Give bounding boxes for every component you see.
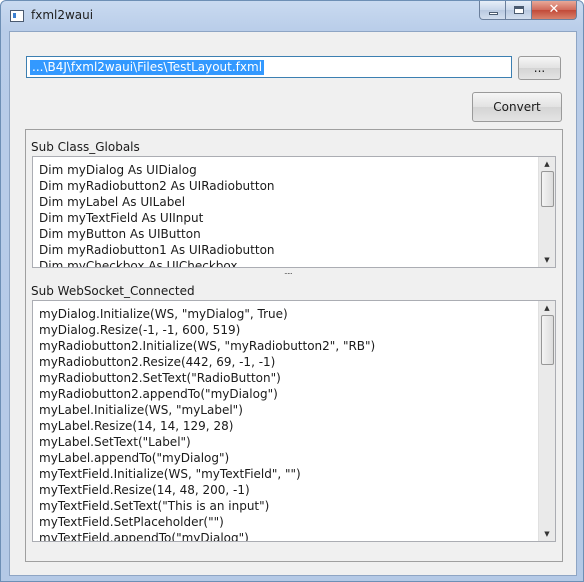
globals-section-label: Sub Class_Globals <box>31 140 140 154</box>
connected-scroll-thumb[interactable] <box>541 315 554 365</box>
connected-section-label: Sub WebSocket_Connected <box>31 284 195 298</box>
caption-buttons: ✕ <box>479 1 577 21</box>
scroll-up-arrow-icon[interactable]: ▲ <box>539 302 555 314</box>
app-window: fxml2waui ✕ ...\B4J\fxml2waui\Files\Test… <box>0 0 584 582</box>
close-button[interactable]: ✕ <box>532 1 577 20</box>
code-line: myLabel.SetText("Label") <box>39 435 191 449</box>
connected-code-lines: myDialog.Initialize(WS, "myDialog", True… <box>39 306 537 542</box>
code-line: myTextField.SetPlaceholder("") <box>39 515 224 529</box>
code-line: myTextField.Initialize(WS, "myTextField"… <box>39 467 301 481</box>
connected-scrollbar[interactable]: ▲ ▼ <box>538 301 555 541</box>
code-line: Dim myLabel As UILabel <box>39 195 186 209</box>
code-line: myRadiobutton2.Resize(442, 69, -1, -1) <box>39 355 276 369</box>
close-icon: ✕ <box>548 2 560 17</box>
code-line: myTextField.appendTo("myDialog") <box>39 531 249 542</box>
minimize-icon <box>489 12 498 15</box>
globals-scroll-thumb[interactable] <box>541 171 554 207</box>
file-path-input[interactable]: ...\B4J\fxml2waui\Files\TestLayout.fxml <box>26 56 512 78</box>
code-line: myRadiobutton2.SetText("RadioButton") <box>39 371 281 385</box>
code-line: myRadiobutton2.appendTo("myDialog") <box>39 387 278 401</box>
output-panel: Sub Class_Globals Dim myDialog As UIDial… <box>25 129 563 562</box>
scroll-up-arrow-icon[interactable]: ▲ <box>539 158 555 170</box>
code-line: myDialog.Initialize(WS, "myDialog", True… <box>39 307 288 321</box>
code-line: Dim myButton As UIButton <box>39 227 201 241</box>
maximize-button[interactable] <box>506 1 532 20</box>
code-line: myTextField.SetText("This is an input") <box>39 499 270 513</box>
split-divider[interactable]: ..... <box>27 267 561 276</box>
code-line: myLabel.Resize(14, 14, 129, 28) <box>39 419 234 433</box>
title-bar[interactable]: fxml2waui ✕ <box>1 1 583 31</box>
window-title: fxml2waui <box>31 8 94 22</box>
browse-button[interactable]: ... <box>518 56 561 80</box>
code-line: myLabel.appendTo("myDialog") <box>39 451 230 465</box>
code-line: Dim myRadiobutton2 As UIRadiobutton <box>39 179 275 193</box>
client-area: ...\B4J\fxml2waui\Files\TestLayout.fxml … <box>9 31 577 576</box>
maximize-icon <box>514 6 524 14</box>
code-line: Dim myTextField As UIInput <box>39 211 204 225</box>
globals-scrollbar[interactable]: ▲ ▼ <box>538 157 555 267</box>
globals-code-textarea[interactable]: Dim myDialog As UIDialog Dim myRadiobutt… <box>32 156 556 268</box>
code-line: myDialog.Resize(-1, -1, 600, 519) <box>39 323 241 337</box>
scroll-down-arrow-icon[interactable]: ▼ <box>539 254 555 266</box>
scroll-down-arrow-icon[interactable]: ▼ <box>539 528 555 540</box>
app-icon <box>10 10 24 22</box>
code-line: Dim myDialog As UIDialog <box>39 163 197 177</box>
minimize-button[interactable] <box>479 1 506 20</box>
code-line: Dim myRadiobutton1 As UIRadiobutton <box>39 243 275 257</box>
code-line: myTextField.Resize(14, 48, 200, -1) <box>39 483 250 497</box>
connected-code-textarea[interactable]: myDialog.Initialize(WS, "myDialog", True… <box>32 300 556 542</box>
splitter-grip-icon: ..... <box>284 267 293 276</box>
file-path-selected-text: ...\B4J\fxml2waui\Files\TestLayout.fxml <box>30 60 265 75</box>
code-line: myLabel.Initialize(WS, "myLabel") <box>39 403 243 417</box>
convert-button[interactable]: Convert <box>472 92 562 122</box>
globals-code-lines: Dim myDialog As UIDialog Dim myRadiobutt… <box>39 162 537 267</box>
code-line: myRadiobutton2.Initialize(WS, "myRadiobu… <box>39 339 376 353</box>
